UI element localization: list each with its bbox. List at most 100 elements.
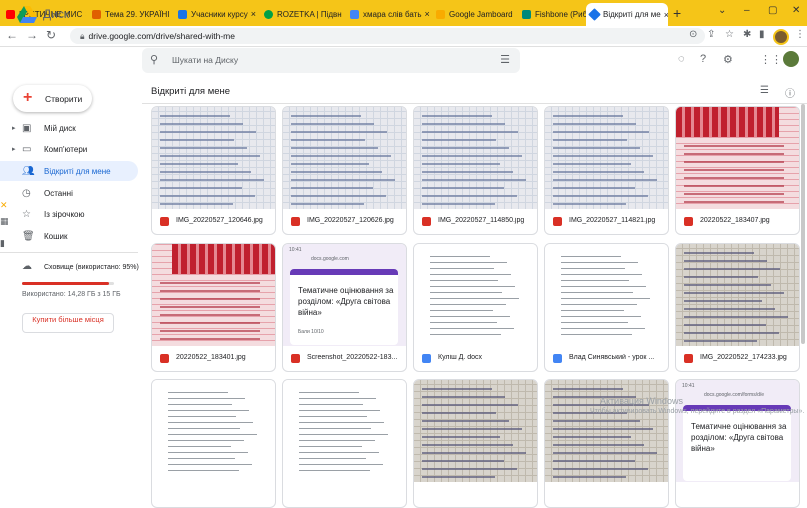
side-panel-icon[interactable]: ▦: [0, 216, 9, 227]
file-thumbnail: [414, 107, 537, 209]
browser-tab[interactable]: Тема 29. УКРАЇНІ ×: [88, 4, 172, 24]
file-name-row: IMG_20220527_120646.jpg: [152, 209, 275, 234]
url-field[interactable]: 🔒︎ drive.google.com/drive/shared-with-me: [70, 28, 705, 44]
google-lens-icon[interactable]: ⊙: [689, 29, 697, 40]
expand-arrow-icon[interactable]: ▸: [12, 124, 16, 132]
file-card[interactable]: IMG_20220527_120626.jpg: [282, 106, 407, 235]
handwriting-line: [160, 314, 260, 316]
close-icon[interactable]: ×: [422, 9, 430, 19]
search-options-icon[interactable]: ☰: [500, 53, 510, 66]
file-card[interactable]: 20220522_183401.jpg: [151, 243, 276, 372]
search-bar[interactable]: ⚲ Шукати на Диску ☰: [142, 48, 520, 73]
close-icon[interactable]: ×: [170, 9, 172, 19]
storage-progress-bar: [22, 282, 114, 285]
star-bookmark-icon[interactable]: ☆: [725, 29, 734, 40]
handwriting-line: [160, 298, 260, 300]
menu-icon[interactable]: ⋮: [795, 29, 805, 40]
search-icon[interactable]: ⚲: [150, 53, 158, 66]
file-card[interactable]: IMG_20220522_174233.jpg: [675, 243, 800, 372]
back-icon[interactable]: ←: [6, 28, 18, 42]
offline-check-icon[interactable]: ◌: [678, 53, 685, 65]
sidebar-item-computers[interactable]: ▸ ▭ Комп'ютери: [0, 139, 138, 159]
handwriting-line: [553, 388, 623, 390]
browser-profile-avatar[interactable]: [773, 29, 789, 45]
list-view-icon[interactable]: ☰: [760, 85, 769, 96]
handwriting-line: [422, 412, 496, 414]
apps-grid-icon[interactable]: ⋮⋮: [760, 53, 782, 66]
handwriting-line: [160, 147, 247, 149]
handwriting-line: [684, 292, 784, 294]
create-button[interactable]: + Створити: [13, 85, 92, 112]
file-card[interactable]: IMG_20220527_120646.jpg: [151, 106, 276, 235]
forward-icon[interactable]: →: [26, 28, 38, 42]
file-card[interactable]: [413, 379, 538, 508]
handwriting-line: [291, 123, 374, 125]
close-icon[interactable]: ×: [513, 9, 517, 19]
document-text-line: [168, 458, 235, 459]
buy-storage-button[interactable]: Купити більше місця: [22, 313, 114, 333]
sidebar-item-starred[interactable]: ☆ Із зірочкою: [0, 204, 138, 224]
handwriting-line: [160, 155, 260, 157]
close-window-icon[interactable]: ✕: [792, 5, 800, 16]
document-text-line: [561, 280, 629, 281]
file-name: IMG_20220522_174233.jpg: [700, 354, 787, 361]
phone-status-bar: 10:41: [682, 383, 695, 389]
file-card[interactable]: 10:41 docs.google.com Тематичне оцінювання…: [282, 243, 407, 372]
close-icon[interactable]: ×: [82, 9, 86, 19]
file-card[interactable]: 20220522_183407.jpg: [675, 106, 800, 235]
handwriting-line: [160, 203, 233, 205]
close-icon[interactable]: ×: [661, 10, 668, 20]
chevron-down-icon[interactable]: ⌄: [718, 5, 726, 16]
browser-tab[interactable]: ROZETKA | Підвн ×: [260, 4, 344, 24]
close-icon[interactable]: ×: [248, 9, 256, 19]
sidebar-item-recent[interactable]: ◷ Останні: [0, 183, 138, 203]
sidebar-item-my-drive[interactable]: ▸ ▣ Мій диск: [0, 118, 138, 138]
expand-arrow-icon[interactable]: ▸: [12, 145, 16, 153]
search-input[interactable]: Шукати на Диску: [172, 55, 238, 65]
file-card[interactable]: Куліш Д. docx: [413, 243, 538, 372]
side-extension-icon[interactable]: ✕: [0, 200, 8, 211]
file-name: 20220522_183407.jpg: [700, 217, 770, 224]
help-icon[interactable]: ?: [700, 53, 706, 65]
new-tab-icon[interactable]: +: [673, 5, 681, 21]
file-card[interactable]: IMG_20220527_114850.jpg: [413, 106, 538, 235]
file-card[interactable]: IMG_20220527_114821.jpg: [544, 106, 669, 235]
gear-icon[interactable]: ⚙: [723, 53, 733, 66]
handwriting-line: [291, 171, 382, 173]
document-text-line: [561, 310, 624, 311]
browser-tab[interactable]: хмара слів бать ×: [346, 4, 430, 24]
account-avatar[interactable]: [783, 51, 799, 67]
handwriting-line: [160, 187, 242, 189]
sidepanel-icon[interactable]: ▮: [759, 29, 765, 40]
file-card[interactable]: [282, 379, 407, 508]
document-text-line: [430, 286, 515, 287]
close-icon[interactable]: ×: [342, 9, 344, 19]
handwriting-line: [684, 201, 784, 203]
handwriting-line: [291, 187, 373, 189]
extensions-icon[interactable]: ✱: [743, 29, 751, 40]
handwriting-line: [684, 332, 779, 334]
file-card[interactable]: 10:41 docs.google.com/forms/d/e Тематичне …: [675, 379, 800, 508]
document-text-line: [299, 404, 363, 405]
reload-icon[interactable]: ↻: [46, 28, 56, 42]
document-text-line: [299, 392, 359, 393]
handwriting-line: [422, 468, 517, 470]
maximize-icon[interactable]: ▢: [768, 5, 777, 16]
info-icon[interactable]: ⓘ: [785, 85, 795, 100]
file-card[interactable]: [151, 379, 276, 508]
sidebar-item-trash[interactable]: 🗑︎ Кошик: [0, 226, 138, 246]
browser-tab[interactable]: Учасники курсу ×: [174, 4, 258, 24]
share-icon[interactable]: ⇪: [707, 29, 715, 40]
document-text-line: [299, 428, 371, 429]
sidebar-item-shared-with-me[interactable]: 👥︎ Відкриті для мене: [0, 161, 138, 181]
phone-url-text: docs.google.com: [311, 256, 349, 262]
plus-icon: +: [23, 89, 33, 106]
file-card[interactable]: Влад Синявський - урок ...: [544, 243, 669, 372]
minimize-icon[interactable]: –: [744, 5, 750, 16]
scrollbar[interactable]: [801, 104, 805, 344]
handwriting-line: [553, 115, 623, 117]
browser-tab-active[interactable]: Відкриті для ме ×: [586, 3, 668, 26]
document-text-line: [168, 422, 253, 423]
side-panel-icon[interactable]: ▮: [0, 238, 5, 249]
browser-tab[interactable]: Google Jamboard ×: [432, 4, 516, 24]
